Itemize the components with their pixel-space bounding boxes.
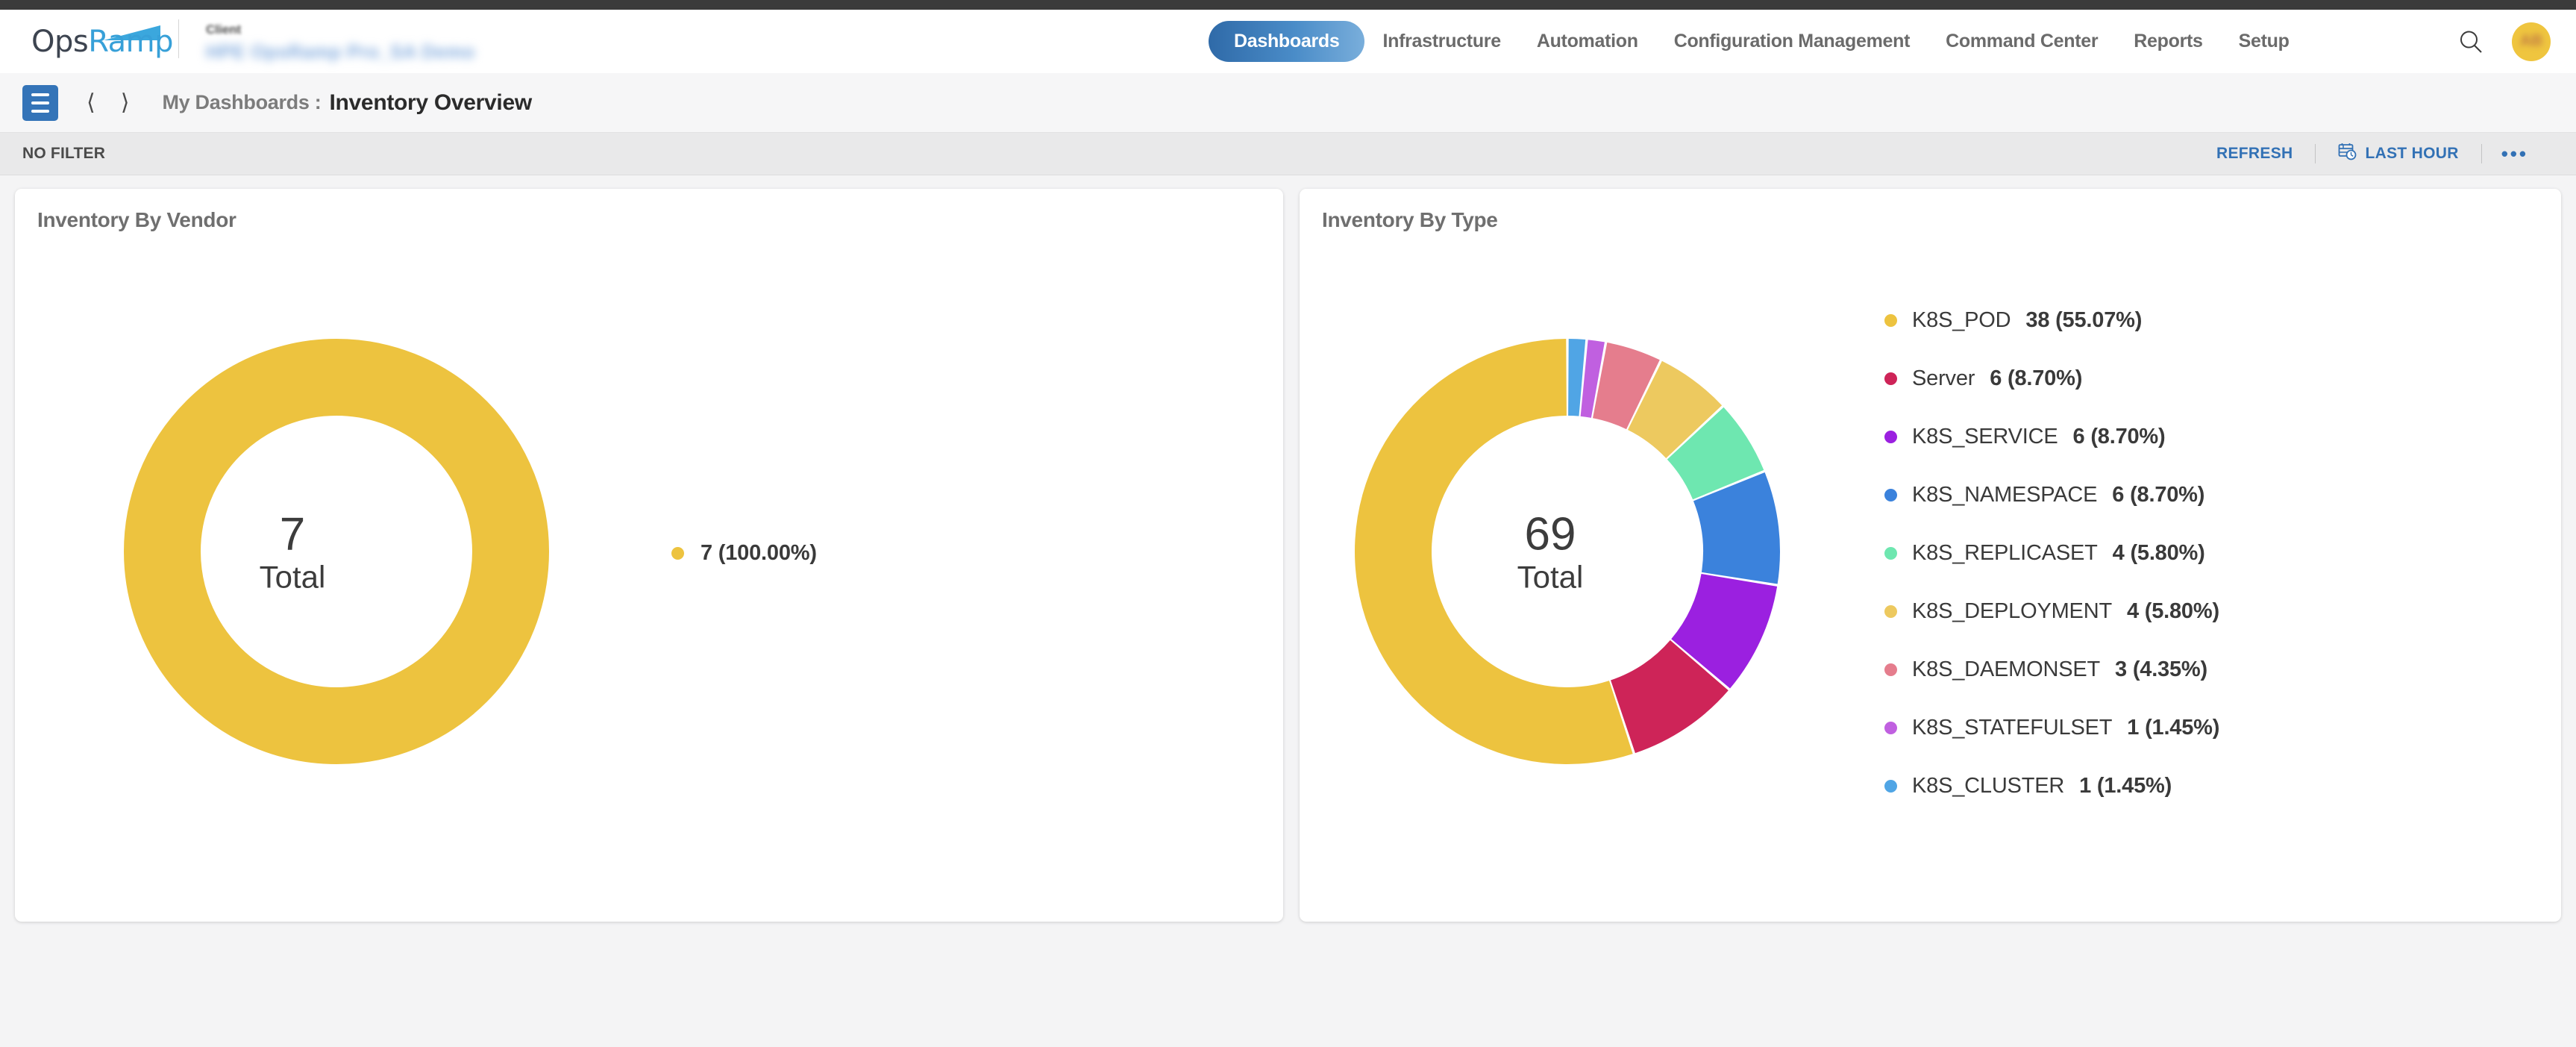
legend-color-dot (1884, 488, 1897, 501)
time-range-label: LAST HOUR (2365, 145, 2459, 162)
breadcrumb-bar: ⟨ ⟩ My Dashboards : Inventory Overview (0, 73, 2576, 133)
page-title: Inventory Overview (329, 90, 532, 115)
chart-area: 69 Total K8S_POD 38 (55.07%) Server 6 (8.70… (1300, 232, 2561, 874)
more-options-button[interactable]: ••• (2482, 143, 2548, 166)
legend-color-dot (1884, 313, 1897, 327)
legend-row[interactable]: K8S_REPLICASET 4 (5.80%) (1884, 524, 2219, 582)
brand-block: OpsRamp Client HPE OpsRamp Pro_SA Demo (0, 19, 475, 63)
legend-value: 1 (1.45%) (2079, 773, 2172, 798)
legend-row[interactable]: K8S_CLUSTER 1 (1.45%) (1884, 757, 2219, 815)
legend-row[interactable]: K8S_DEPLOYMENT 4 (5.80%) (1884, 582, 2219, 640)
legend-label: K8S_NAMESPACE (1912, 482, 2098, 507)
chevron-right-icon[interactable]: ⟩ (121, 91, 130, 114)
legend-row[interactable]: K8S_POD 38 (55.07%) (1884, 291, 2219, 349)
filter-bar: NO FILTER REFRESH LAST HOUR ••• (0, 133, 2576, 175)
legend-row[interactable]: Server 6 (8.70%) (1884, 349, 2219, 407)
legend-label: K8S_DEPLOYMENT (1912, 598, 2112, 623)
widget-title: Inventory By Type (1322, 208, 1498, 231)
legend-value: 6 (8.70%) (2112, 482, 2205, 507)
widget-inventory-by-vendor: Inventory By Vendor 7 Total 7 (100.00%) (15, 189, 1283, 922)
legend-value: 1 (1.45%) (2127, 715, 2220, 740)
main-nav: Dashboards Infrastructure Automation Con… (1209, 10, 2307, 73)
legend-row[interactable]: K8S_SERVICE 6 (8.70%) (1884, 407, 2219, 466)
legend-label: Server (1912, 366, 1975, 390)
client-name: HPE OpsRamp Pro_SA Demo (206, 42, 475, 63)
nav-item-configuration-management[interactable]: Configuration Management (1656, 31, 1928, 52)
header-right-actions: AB (2458, 10, 2551, 73)
donut-chart-type[interactable]: 69 Total (1300, 318, 1801, 789)
search-icon[interactable] (2458, 29, 2483, 54)
legend-label: K8S_CLUSTER (1912, 773, 2065, 798)
widget-inventory-by-type: Inventory By Type 69 Total K8S_POD 38 (55… (1300, 189, 2561, 922)
legend-color-dot (1884, 430, 1897, 443)
widget-title: Inventory By Vendor (37, 208, 236, 231)
nav-item-command-center[interactable]: Command Center (1928, 31, 2116, 52)
legend-value: 6 (8.70%) (2072, 424, 2166, 449)
legend-color-dot (1884, 372, 1897, 385)
client-label: Client (206, 22, 242, 37)
nav-item-dashboards[interactable]: Dashboards (1209, 21, 1365, 62)
time-range-button[interactable]: LAST HOUR (2316, 142, 2481, 166)
legend-label: K8S_DAEMONSET (1912, 657, 2101, 681)
nav-item-infrastructure[interactable]: Infrastructure (1364, 31, 1518, 52)
legend-value: 4 (5.80%) (2126, 598, 2219, 623)
opsramp-logo[interactable]: OpsRamp (31, 19, 173, 59)
logo-text-ops: Ops (31, 25, 89, 59)
legend-color-dot (1884, 721, 1897, 734)
legend-row[interactable]: K8S_NAMESPACE 6 (8.70%) (1884, 466, 2219, 524)
legend-color-dot (1884, 546, 1897, 560)
client-block[interactable]: Client HPE OpsRamp Pro_SA Demo (206, 19, 475, 63)
refresh-button[interactable]: REFRESH (2194, 145, 2315, 163)
chart-area: 7 Total 7 (100.00%) (15, 232, 1283, 874)
app-header: OpsRamp Client HPE OpsRamp Pro_SA Demo D… (0, 10, 2576, 73)
legend-color-dot (1884, 663, 1897, 676)
hamburger-menu-icon[interactable] (22, 84, 58, 121)
donut-chart-vendor[interactable]: 7 Total (15, 318, 570, 789)
legend-label: K8S_STATEFULSET (1912, 715, 2113, 740)
nav-item-reports[interactable]: Reports (2116, 31, 2220, 52)
dashboard-board: Inventory By Vendor 7 Total 7 (100.00%) … (0, 175, 2576, 922)
avatar[interactable]: AB (2512, 22, 2551, 61)
legend-row[interactable]: K8S_DAEMONSET 3 (4.35%) (1884, 640, 2219, 698)
legend-value: 4 (5.80%) (2112, 540, 2205, 565)
nav-item-setup[interactable]: Setup (2221, 31, 2307, 52)
chart-legend-vendor: 7 (100.00%) (671, 541, 817, 566)
logo-text-ramp: Ramp (88, 25, 173, 59)
legend-label: K8S_SERVICE (1912, 424, 2058, 449)
chart-legend-type: K8S_POD 38 (55.07%) Server 6 (8.70%) K8S_SER… (1884, 291, 2219, 815)
legend-color-dot (1884, 604, 1897, 618)
legend-label: K8S_REPLICASET (1912, 540, 2098, 565)
legend-color-dot (1884, 779, 1897, 793)
nav-item-automation[interactable]: Automation (1519, 31, 1656, 52)
legend-value: 3 (4.35%) (2115, 657, 2207, 681)
legend-value: 7 (100.00%) (701, 540, 817, 565)
brand-divider (178, 19, 179, 58)
avatar-initials: AB (2519, 31, 2543, 49)
legend-value: 38 (55.07%) (2025, 307, 2143, 332)
calendar-clock-icon (2338, 142, 2357, 166)
legend-color-dot (671, 546, 684, 560)
filter-actions: REFRESH LAST HOUR ••• (2194, 133, 2548, 175)
breadcrumb-parent[interactable]: My Dashboards : (162, 91, 321, 114)
legend-value: 6 (8.70%) (1990, 366, 2083, 390)
legend-label: K8S_POD (1912, 307, 2011, 332)
legend-row[interactable]: K8S_STATEFULSET 1 (1.45%) (1884, 698, 2219, 757)
filter-status[interactable]: NO FILTER (22, 145, 105, 163)
top-accent-strip (0, 0, 2576, 10)
chevron-left-icon[interactable]: ⟨ (87, 91, 95, 114)
